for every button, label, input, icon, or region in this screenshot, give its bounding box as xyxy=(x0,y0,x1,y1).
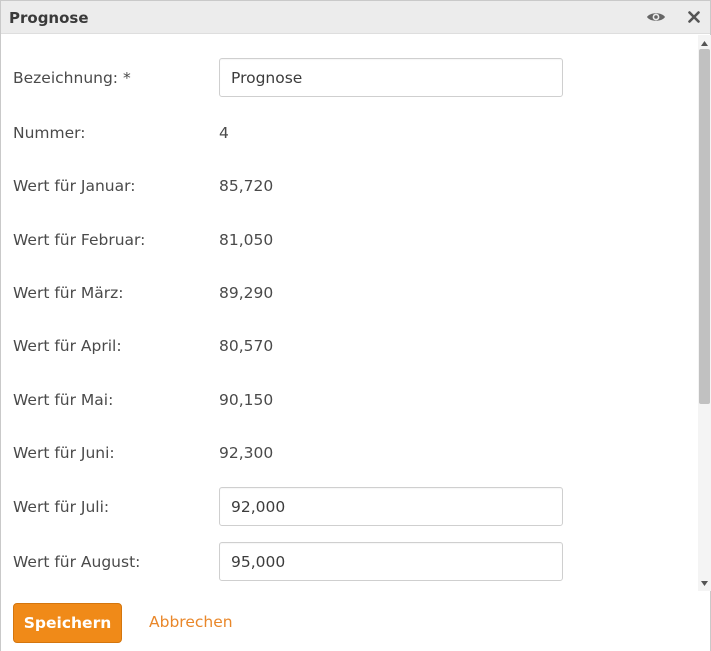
nummer-value: 4 xyxy=(219,124,229,142)
row-januar: Wert für Januar: 85,720 xyxy=(1,166,697,206)
eye-icon[interactable] xyxy=(645,7,667,27)
mai-value: 90,150 xyxy=(219,391,274,409)
august-label: Wert für August: xyxy=(13,553,141,571)
juli-input[interactable] xyxy=(219,487,563,526)
row-juli: Wert für Juli: xyxy=(1,487,697,527)
scroll-up-arrow-icon[interactable] xyxy=(698,37,711,49)
august-input[interactable] xyxy=(219,542,563,581)
vertical-scrollbar[interactable] xyxy=(698,35,711,591)
form-content: Bezeichnung: * Nummer: 4 Wert für Januar… xyxy=(1,35,697,591)
row-bezeichnung: Bezeichnung: * xyxy=(1,58,697,98)
juni-value: 92,300 xyxy=(219,444,274,462)
januar-label: Wert für Januar: xyxy=(13,177,136,195)
row-maerz: Wert für März: 89,290 xyxy=(1,273,697,313)
mai-label: Wert für Mai: xyxy=(13,391,114,409)
april-label: Wert für April: xyxy=(13,337,122,355)
row-mai: Wert für Mai: 90,150 xyxy=(1,380,697,420)
dialog-title: Prognose xyxy=(9,9,89,27)
scrollbar-thumb[interactable] xyxy=(699,49,710,404)
cancel-link[interactable]: Abbrechen xyxy=(149,613,233,631)
juni-label: Wert für Juni: xyxy=(13,444,115,462)
row-nummer: Nummer: 4 xyxy=(1,113,697,153)
maerz-label: Wert für März: xyxy=(13,284,124,302)
nummer-label: Nummer: xyxy=(13,124,86,142)
save-button[interactable]: Speichern xyxy=(13,603,122,643)
februar-label: Wert für Februar: xyxy=(13,231,146,249)
maerz-value: 89,290 xyxy=(219,284,274,302)
row-august: Wert für August: xyxy=(1,542,697,582)
bezeichnung-label: Bezeichnung: * xyxy=(13,69,131,87)
dialog-titlebar: Prognose xyxy=(1,1,710,34)
februar-value: 81,050 xyxy=(219,231,274,249)
scroll-down-arrow-icon[interactable] xyxy=(698,577,711,589)
januar-value: 85,720 xyxy=(219,177,274,195)
bezeichnung-input[interactable] xyxy=(219,58,563,97)
row-juni: Wert für Juni: 92,300 xyxy=(1,433,697,473)
prognose-dialog: Prognose Bezeichnung: * Nummer: 4 Wert f… xyxy=(0,0,711,651)
row-februar: Wert für Februar: 81,050 xyxy=(1,220,697,260)
close-icon[interactable] xyxy=(683,7,705,27)
row-april: Wert für April: 80,570 xyxy=(1,326,697,366)
juli-label: Wert für Juli: xyxy=(13,498,110,516)
dialog-footer: Speichern Abbrechen xyxy=(1,591,710,651)
april-value: 80,570 xyxy=(219,337,274,355)
